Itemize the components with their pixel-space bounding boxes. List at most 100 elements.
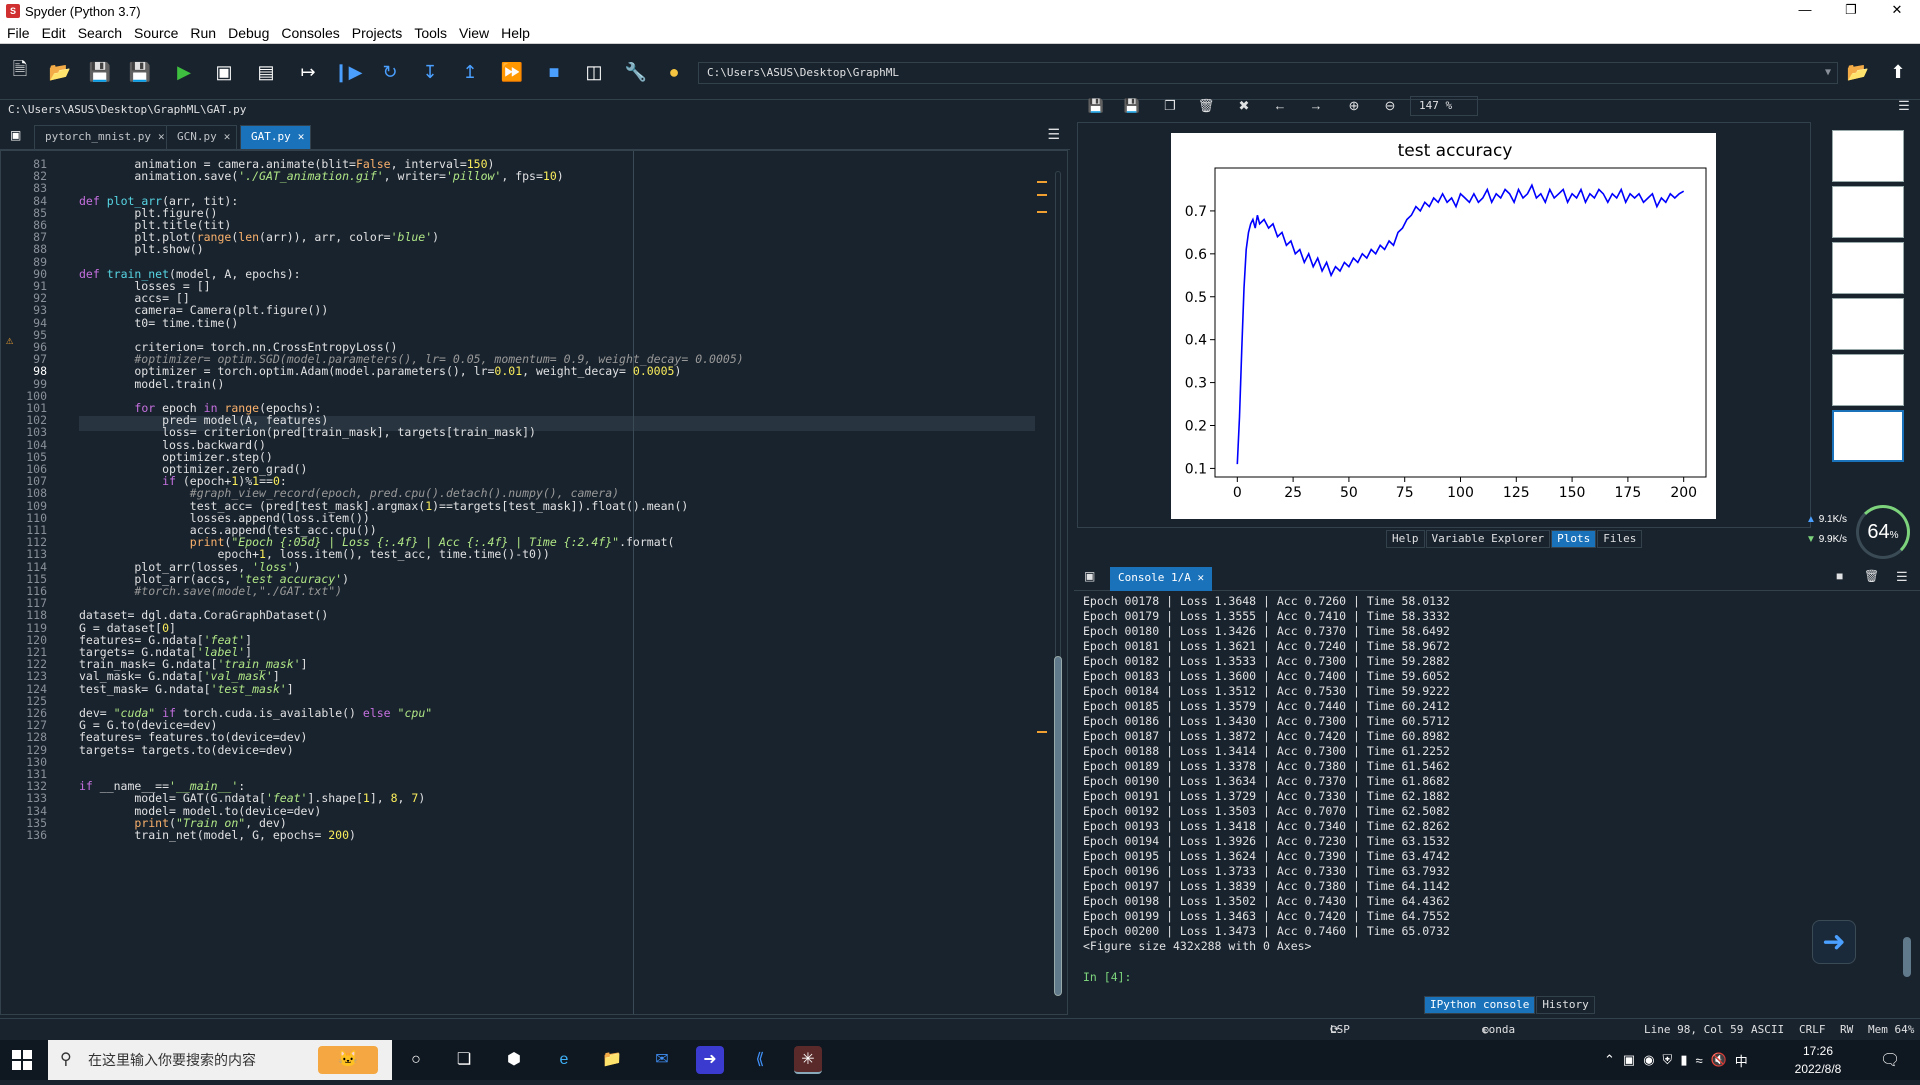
close-tab-icon[interactable]: ✕ (158, 130, 165, 143)
interrupt-kernel-icon[interactable]: ■ (1836, 569, 1843, 583)
run-icon[interactable]: ▶ (170, 58, 198, 86)
file-explorer-icon[interactable]: 📁 (598, 1046, 626, 1074)
maximize-pane-icon[interactable]: ◫ (580, 58, 608, 86)
working-directory-input[interactable]: C:\Users\ASUS\Desktop\GraphML ▼ (698, 62, 1838, 84)
python-path-icon[interactable]: ● (660, 58, 688, 86)
save-all-icon[interactable]: 💾 (126, 58, 154, 86)
battery-icon[interactable]: ▮ (1680, 1052, 1687, 1068)
close-tab-icon[interactable]: ✕ (298, 130, 305, 143)
save-all-plots-icon[interactable]: 💾 (1122, 98, 1142, 116)
plot-thumbnail[interactable] (1832, 242, 1904, 294)
shield-app-icon[interactable]: ⬢ (500, 1046, 528, 1074)
open-file-icon[interactable]: 📂 (46, 58, 74, 86)
menu-edit[interactable]: Edit (35, 25, 71, 41)
preferences-wrench-icon[interactable]: 🔧 (622, 58, 650, 86)
editor-scrollbar[interactable] (1051, 151, 1065, 1011)
mail-icon[interactable]: ✉ (648, 1046, 676, 1074)
browse-tabs-icon[interactable]: ▣ (10, 128, 21, 142)
tray-app-icon[interactable]: ▣ (1623, 1052, 1635, 1068)
app-icon[interactable]: ➜ (696, 1046, 724, 1074)
save-icon[interactable]: 💾 (86, 58, 114, 86)
taskbar-clock[interactable]: 17:26 2022/8/8 (1778, 1042, 1858, 1078)
spyder-taskbar-icon[interactable]: ✳ (794, 1046, 822, 1074)
plot-thumbnail[interactable] (1832, 130, 1904, 182)
menu-file[interactable]: File (0, 25, 35, 41)
ime-indicator[interactable]: 中 (1735, 1051, 1748, 1070)
plot-thumbnail[interactable] (1832, 354, 1904, 406)
next-plot-icon[interactable]: → (1306, 98, 1326, 116)
browse-folder-icon[interactable]: 📂 (1844, 58, 1872, 86)
remove-all-plots-icon[interactable]: ✖ (1234, 98, 1254, 116)
windows-start-icon[interactable] (12, 1050, 32, 1070)
close-tab-icon[interactable]: ✕ (1197, 571, 1204, 584)
tab-gcn[interactable]: GCN.py ✕ (166, 125, 238, 149)
minimize-button[interactable]: — (1782, 0, 1828, 22)
previous-plot-icon[interactable]: ← (1270, 98, 1290, 116)
search-highlight-icon[interactable]: 🐱 (318, 1046, 378, 1074)
restore-button[interactable]: ❐ (1828, 0, 1874, 22)
zoom-out-icon[interactable]: ⊖ (1380, 98, 1400, 116)
step-into-icon[interactable]: ↧ (416, 58, 444, 86)
parent-directory-icon[interactable]: ⬆ (1884, 58, 1912, 86)
browse-consoles-icon[interactable]: ▣ (1084, 569, 1095, 583)
close-tab-icon[interactable]: ✕ (224, 130, 231, 143)
floating-app-icon[interactable]: ➜ (1812, 920, 1856, 964)
step-return-icon[interactable]: ↥ (456, 58, 484, 86)
menu-debug[interactable]: Debug (221, 25, 274, 41)
tray-app-icon[interactable]: ◉ (1643, 1052, 1654, 1068)
chevron-up-icon[interactable]: ⌃ (1604, 1052, 1615, 1068)
tab-history[interactable]: History (1536, 996, 1595, 1014)
tab-gat[interactable]: GAT.py ✕ (240, 125, 312, 149)
console-scrollbar[interactable] (1900, 592, 1914, 992)
tab-console-1[interactable]: Console 1/A ✕ (1110, 567, 1213, 591)
notifications-icon[interactable]: 🗨 (1880, 1050, 1900, 1070)
plots-options-menu-icon[interactable]: ☰ (1894, 98, 1914, 116)
editor-scrollbar-thumb[interactable] (1054, 656, 1062, 996)
editor-options-menu-icon[interactable]: ☰ (1047, 126, 1060, 143)
warning-icon[interactable]: ⚠ (6, 333, 13, 347)
menu-source[interactable]: Source (127, 25, 183, 41)
menu-search[interactable]: Search (71, 25, 127, 41)
task-view-icon[interactable]: ❏ (450, 1046, 478, 1074)
tab-ipython-console[interactable]: IPython console (1424, 996, 1536, 1014)
new-file-icon[interactable]: 🗎 (6, 58, 34, 86)
plot-thumbnail-selected[interactable] (1832, 410, 1904, 462)
run-cell-advance-icon[interactable]: ▤ (252, 58, 280, 86)
copy-plot-icon[interactable]: ❐ (1160, 98, 1180, 116)
clear-console-icon[interactable]: 🗑 (1864, 569, 1879, 583)
remove-plot-icon[interactable]: 🗑 (1196, 98, 1216, 116)
console-scrollbar-thumb[interactable] (1903, 937, 1911, 977)
vscode-icon[interactable]: ⟪ (746, 1046, 774, 1074)
menu-consoles[interactable]: Consoles (274, 25, 344, 41)
zoom-in-icon[interactable]: ⊕ (1344, 98, 1364, 116)
continue-icon[interactable]: ⏩ (498, 58, 526, 86)
save-plot-icon[interactable]: 💾 (1086, 98, 1106, 116)
cortana-icon[interactable]: ○ (402, 1046, 430, 1074)
tab-files[interactable]: Files (1597, 530, 1643, 548)
tray-security-icon[interactable]: ⛨ (1663, 1052, 1673, 1068)
console-options-menu-icon[interactable]: ☰ (1896, 569, 1908, 585)
zoom-level-field[interactable]: 147 % (1410, 96, 1478, 116)
plot-thumbnail[interactable] (1832, 298, 1904, 350)
run-cell-icon[interactable]: ▣ (210, 58, 238, 86)
menu-help[interactable]: Help (494, 25, 535, 41)
edge-browser-icon[interactable]: e (550, 1046, 578, 1074)
close-window-button[interactable]: ✕ (1874, 0, 1920, 22)
debug-icon[interactable]: ❙▶ (334, 58, 363, 86)
step-over-icon[interactable]: ↻ (376, 58, 404, 86)
menu-tools[interactable]: Tools (407, 25, 452, 41)
menu-run[interactable]: Run (183, 25, 221, 41)
cpu-usage-gauge[interactable]: 64% (1856, 505, 1910, 559)
tab-pytorch-mnist[interactable]: pytorch_mnist.py ✕ (34, 125, 172, 149)
run-selection-icon[interactable]: ↦ (294, 58, 322, 86)
menu-view[interactable]: View (452, 25, 494, 41)
tab-plots[interactable]: Plots (1551, 530, 1597, 548)
ipython-console[interactable]: Epoch 00178 | Loss 1.3648 | Acc 0.7260 |… (1077, 592, 1901, 992)
wifi-icon[interactable]: ≈ (1695, 1053, 1702, 1068)
tab-variable-explorer[interactable]: Variable Explorer (1425, 530, 1551, 548)
menu-projects[interactable]: Projects (345, 25, 408, 41)
volume-muted-icon[interactable]: 🔇 (1711, 1052, 1727, 1068)
chevron-down-icon[interactable]: ▼ (1825, 63, 1831, 83)
console-prompt[interactable]: In [4]: (1083, 970, 1131, 985)
plot-thumbnail[interactable] (1832, 186, 1904, 238)
